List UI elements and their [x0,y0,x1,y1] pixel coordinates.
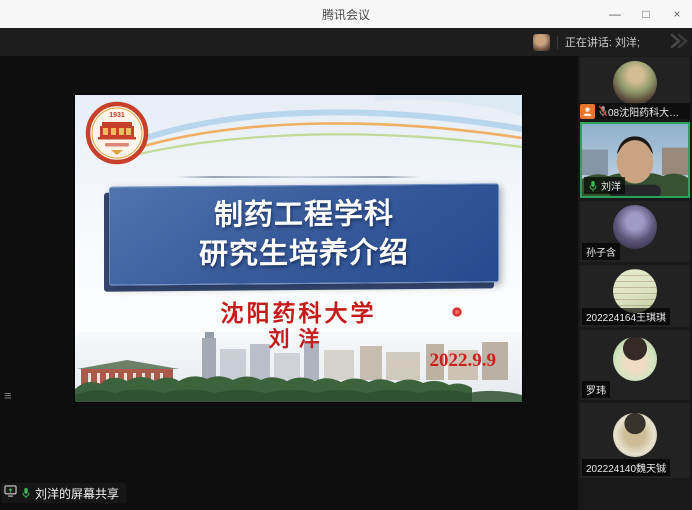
participant-label-chip: 202224164王琪琪 [582,308,670,325]
collapse-sidebar-icon[interactable] [669,33,689,51]
participant-tile[interactable]: 孙子含 [580,201,690,262]
presentation-slide: 1931 制药工程学科 研究生培养介绍 沈阳药科大学 刘洋 2022.9.9 [75,95,522,402]
slide-title-line1: 制药工程学科 [214,195,394,235]
screen-share-label: 刘洋的屏幕共享 [35,485,119,502]
header-divider [557,36,558,49]
mic-live-icon [21,487,31,499]
window-controls: — □ × [608,0,684,28]
participants-sidebar: 08沈阳药科大学-晨... [578,56,692,510]
minimize-button[interactable]: — [608,7,622,21]
participant-name: 刘洋 [601,178,621,193]
participant-tile[interactable]: 罗玮 [580,330,690,400]
slide-title-box: 制药工程学科 研究生培养介绍 [109,183,499,285]
participant-tile-speaking[interactable]: 刘洋 [580,122,690,198]
active-speaker-avatar [533,34,550,51]
participant-label-bar: 08沈阳药科大学-晨... [580,103,690,119]
participant-name: 08沈阳药科大学-晨... [608,104,686,119]
participant-tile[interactable]: 202224164王琪琪 [580,265,690,327]
participant-avatar [613,413,657,457]
laser-pointer-dot [452,307,462,317]
screen-share-status-bar: 刘洋的屏幕共享 [1,483,126,503]
participant-tile[interactable]: 202224140魏天铖 [580,403,690,478]
university-logo: 1931 [85,101,149,165]
participant-name: 孙子含 [586,244,616,259]
speaking-status-label: 正在讲话: 刘洋; [565,34,640,50]
window-title: 腾讯会议 [322,6,370,23]
participant-tile[interactable]: 08沈阳药科大学-晨... [580,57,690,119]
maximize-button[interactable]: □ [639,7,653,21]
slide-title-line2: 研究生培养介绍 [199,234,409,274]
participant-name: 202224140魏天铖 [586,460,666,475]
participant-avatar [613,61,657,105]
active-speaker-info: 正在讲话: 刘洋; [533,34,640,51]
participant-name: 202224164王琪琪 [586,309,666,324]
participant-avatar [613,337,657,381]
participant-label-chip: 刘洋 [584,177,625,194]
screen-share-icon [4,484,17,502]
meeting-header: 正在讲话: 刘洋; [0,28,692,56]
participant-avatar [613,205,657,249]
screen-share-area: 1931 制药工程学科 研究生培养介绍 沈阳药科大学 刘洋 2022.9.9 [0,56,578,510]
participant-label-chip: 202224140魏天铖 [582,459,670,476]
slide-date: 2022.9.9 [430,350,497,372]
close-button[interactable]: × [670,7,684,21]
window-titlebar: 腾讯会议 — □ × [0,0,692,29]
participant-name: 罗玮 [586,382,606,397]
participant-label-chip: 罗玮 [582,381,610,398]
host-badge-icon [580,104,595,119]
mic-live-icon [588,180,598,192]
annotation-toolbar-handle[interactable]: ≡ [4,392,12,399]
mic-muted-icon [598,105,608,117]
logo-year: 1931 [109,112,125,119]
title-divider-line [175,176,421,178]
slide-presenter-name: 刘洋 [75,323,522,353]
participant-label-chip: 孙子含 [582,243,620,260]
participant-avatar [613,269,657,313]
